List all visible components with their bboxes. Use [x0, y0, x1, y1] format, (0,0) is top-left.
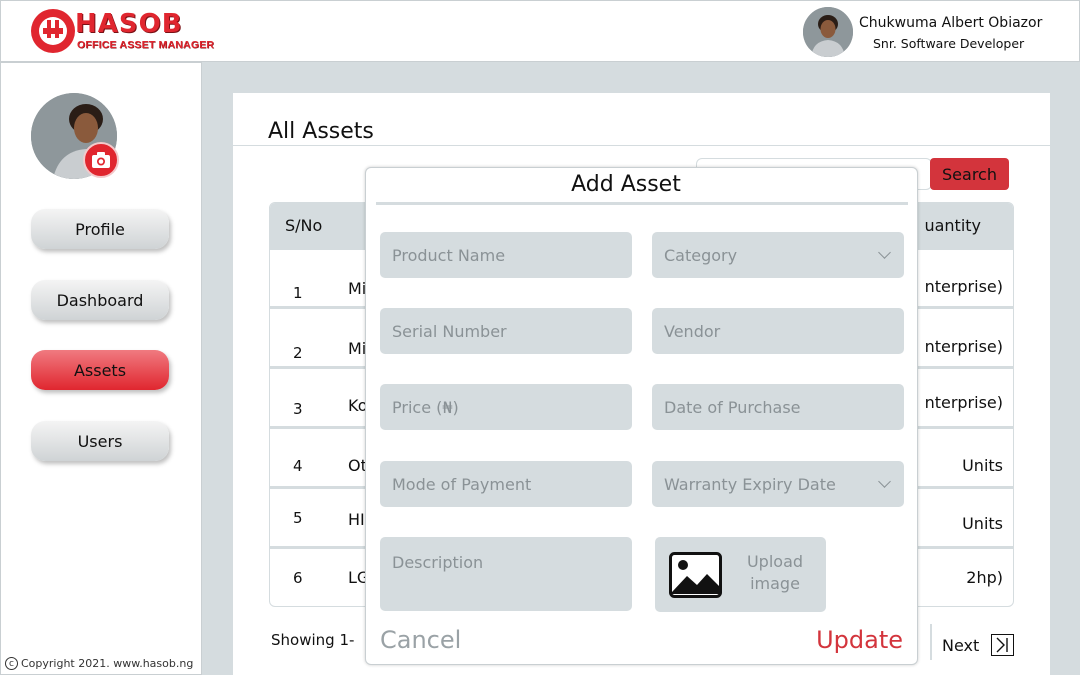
- pagination-divider: [930, 624, 932, 660]
- add-asset-modal: Add Asset Product Name Category Serial N…: [365, 167, 918, 665]
- row-sno: 5: [293, 509, 303, 527]
- logo-mark-icon: [31, 9, 75, 53]
- price-placeholder: Price (₦): [392, 397, 459, 417]
- row-name: HI: [348, 510, 365, 529]
- title-divider: [233, 145, 1050, 146]
- warranty-expiry-placeholder: Warranty Expiry Date: [664, 474, 836, 494]
- price-field[interactable]: Price (₦): [380, 384, 632, 430]
- next-page-label[interactable]: Next: [942, 636, 979, 655]
- row-qty: nterprise): [924, 393, 1003, 412]
- warranty-expiry-select[interactable]: Warranty Expiry Date: [652, 461, 904, 507]
- header-user-name: Chukwuma Albert Obiazor: [859, 15, 1043, 31]
- chevron-down-icon: [878, 477, 892, 491]
- modal-title: Add Asset: [571, 172, 681, 197]
- product-name-placeholder: Product Name: [392, 245, 506, 265]
- row-sno: 4: [293, 457, 303, 475]
- mode-of-payment-field[interactable]: Mode of Payment: [380, 461, 632, 507]
- cancel-button[interactable]: Cancel: [380, 626, 461, 654]
- logo-title: HASOB: [75, 9, 183, 39]
- nav-users-button[interactable]: Users: [31, 421, 169, 461]
- camera-icon: [92, 152, 110, 168]
- nav-dashboard-button[interactable]: Dashboard: [31, 280, 169, 320]
- row-sno: 2: [293, 344, 303, 362]
- update-button[interactable]: Update: [816, 626, 903, 654]
- description-field[interactable]: Description: [380, 537, 632, 611]
- serial-number-field[interactable]: Serial Number: [380, 308, 632, 354]
- row-qty: 2hp): [966, 568, 1003, 587]
- chevron-down-icon: [878, 248, 892, 262]
- modal-title-rule: [376, 202, 908, 205]
- row-qty: nterprise): [924, 337, 1003, 356]
- last-page-icon[interactable]: [991, 634, 1014, 656]
- hasob-logo[interactable]: HASOB OFFICE ASSET MANAGER: [31, 7, 215, 57]
- search-button[interactable]: Search: [930, 158, 1009, 190]
- page-title: All Assets: [268, 119, 374, 144]
- copyright-footer: c Copyright 2021. www.hasob.ng: [5, 657, 193, 670]
- upload-image-label: Upload image: [746, 552, 804, 593]
- date-of-purchase-placeholder: Date of Purchase: [664, 397, 801, 417]
- nav-assets-button[interactable]: Assets: [31, 350, 169, 390]
- copyright-icon: c: [5, 657, 18, 670]
- row-sno: 1: [293, 284, 303, 302]
- header-sno: S/No: [285, 216, 323, 235]
- row-sno: 6: [293, 569, 303, 587]
- pagination-info: Showing 1-: [271, 631, 355, 649]
- date-of-purchase-field[interactable]: Date of Purchase: [652, 384, 904, 430]
- header-quantity: uantity: [924, 216, 981, 235]
- row-qty: Units: [962, 456, 1003, 475]
- nav-profile-button[interactable]: Profile: [31, 209, 169, 249]
- row-qty: Units: [962, 514, 1003, 533]
- mode-of-payment-placeholder: Mode of Payment: [392, 474, 532, 494]
- top-header: HASOB OFFICE ASSET MANAGER Chukwuma Albe…: [0, 0, 1080, 62]
- header-user-avatar[interactable]: [803, 7, 853, 57]
- row-sno: 3: [293, 400, 303, 418]
- row-name: Mi: [348, 339, 367, 358]
- category-select[interactable]: Category: [652, 232, 904, 278]
- serial-number-placeholder: Serial Number: [392, 321, 507, 341]
- header-user-role: Snr. Software Developer: [873, 36, 1025, 51]
- row-name: Mi: [348, 279, 367, 298]
- upload-image-button[interactable]: Upload image: [655, 537, 826, 612]
- product-name-field[interactable]: Product Name: [380, 232, 632, 278]
- row-qty: nterprise): [924, 277, 1003, 296]
- image-icon: [669, 552, 722, 598]
- copyright-text: Copyright 2021. www.hasob.ng: [21, 657, 194, 670]
- change-photo-button[interactable]: [83, 142, 119, 178]
- logo-subtitle: OFFICE ASSET MANAGER: [77, 39, 215, 51]
- vendor-field[interactable]: Vendor: [652, 308, 904, 354]
- vendor-placeholder: Vendor: [664, 321, 721, 341]
- description-placeholder: Description: [392, 553, 484, 572]
- category-placeholder: Category: [664, 245, 738, 265]
- sidebar: Profile Dashboard Assets Users c Copyrig…: [0, 62, 202, 675]
